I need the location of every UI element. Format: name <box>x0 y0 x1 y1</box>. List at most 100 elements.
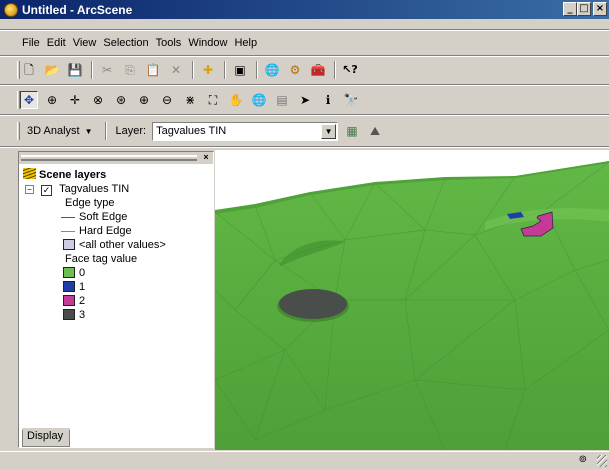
hand-icon[interactable]: ✋ <box>227 91 245 109</box>
layer-visibility-checkbox[interactable]: ✓ <box>41 185 53 196</box>
full-extent-icon[interactable]: ⛶ <box>204 91 222 109</box>
copy-icon[interactable]: ⎘ <box>121 61 139 79</box>
layer-select-value: Tagvalues TIN <box>156 125 227 137</box>
cut-icon[interactable]: ✂ <box>98 61 116 79</box>
zoom-in-out-icon[interactable]: ⊕ <box>43 91 61 109</box>
pan-icon[interactable]: ✛ <box>66 91 84 109</box>
chevron-down-icon[interactable]: ▼ <box>321 123 337 139</box>
whats-this-icon[interactable]: ↖? <box>341 61 359 79</box>
arcscene-app-icon <box>4 2 18 17</box>
face-3-label: 3 <box>79 309 86 321</box>
model-builder-icon[interactable]: ⚙ <box>286 61 304 79</box>
center-on-target-icon[interactable]: ⊗ <box>89 91 107 109</box>
chevron-down-icon: ▼ <box>84 126 93 136</box>
interpolate-icon[interactable]: ▦ <box>343 122 361 140</box>
face-1-swatch <box>63 281 75 292</box>
tin-surface <box>215 161 609 450</box>
status-bar: ⊚ <box>0 451 609 469</box>
delete-icon[interactable]: ✕ <box>167 61 185 79</box>
table-of-contents: × Scene layers − ✓ Tagvalues TIN Edge ty… <box>18 151 214 448</box>
face-3-pit <box>279 289 347 319</box>
scene-layers-root[interactable]: Scene layers <box>23 168 166 182</box>
scene-layers-label: Scene layers <box>39 169 107 181</box>
toc-grip <box>21 155 197 161</box>
legend-item-soft-edge: Soft Edge <box>23 210 166 224</box>
legend-item-face-1: 1 <box>23 280 166 294</box>
3d-analyst-menu[interactable]: 3D Analyst ▼ <box>27 125 93 137</box>
save-icon[interactable]: 💾 <box>66 61 84 79</box>
face-2-label: 2 <box>79 295 86 307</box>
edge-type-heading: Edge type <box>65 197 115 209</box>
soft-edge-symbol <box>61 217 75 218</box>
face-3-swatch <box>63 309 75 320</box>
menu-view[interactable]: View <box>73 37 97 49</box>
scene-layers-icon <box>23 168 36 179</box>
legend-item-face-0: 0 <box>23 266 166 280</box>
face-0-swatch <box>63 267 75 278</box>
steepest-path-icon[interactable]: ⛰ <box>366 122 384 140</box>
toolbar-separator <box>91 61 93 79</box>
title-bar: Untitled - ArcScene _ □ × <box>0 0 609 19</box>
identify-icon[interactable]: ℹ <box>319 91 337 109</box>
menu-window[interactable]: Window <box>188 37 227 49</box>
nav-status-icon: ⊚ <box>578 454 587 465</box>
minimize-button[interactable]: _ <box>563 2 577 16</box>
toc-header[interactable]: × <box>19 152 213 164</box>
toolbar-separator <box>104 122 107 140</box>
toolbar-divider-3 <box>0 114 609 116</box>
select-pointer-icon[interactable]: ➤ <box>296 91 314 109</box>
narrow-fov-icon[interactable]: ⋇ <box>181 91 199 109</box>
close-button[interactable]: × <box>593 2 607 16</box>
toc-tree: Scene layers − ✓ Tagvalues TIN Edge type… <box>23 168 166 322</box>
globe-icon[interactable]: 🌐 <box>250 91 268 109</box>
menu-file[interactable]: File <box>22 37 40 49</box>
open-icon[interactable]: 📂 <box>43 61 61 79</box>
toolbox-icon[interactable]: 🧰 <box>309 61 327 79</box>
toolbar-grip[interactable] <box>17 61 20 79</box>
toolbar-separator <box>224 61 226 79</box>
scene-properties-icon[interactable]: ▣ <box>231 61 249 79</box>
find-icon[interactable]: 🔭 <box>342 91 360 109</box>
toolbar-separator <box>256 61 258 79</box>
legend-item-face-2: 2 <box>23 294 166 308</box>
navigate-icon[interactable]: ✥ <box>20 91 38 109</box>
face-0-label: 0 <box>79 267 86 279</box>
other-values-label: <all other values> <box>79 239 166 251</box>
tools-toolbar: ✥ ⊕ ✛ ⊗ ⊛ ⊕ ⊖ ⋇ ⛶ ✋ 🌐 ▤ ➤ ℹ 🔭 <box>0 88 609 112</box>
maximize-button[interactable]: □ <box>577 2 591 16</box>
tin-layer-row[interactable]: − ✓ Tagvalues TIN <box>23 182 166 196</box>
menu-edit[interactable]: Edit <box>47 37 66 49</box>
collapse-icon[interactable]: − <box>25 185 34 194</box>
toolbar-grip[interactable] <box>17 91 20 109</box>
paste-icon[interactable]: 📋 <box>144 61 162 79</box>
toolbar-separator <box>334 61 336 79</box>
layer-name[interactable]: Tagvalues TIN <box>59 183 129 195</box>
toolbar-divider-1 <box>0 55 609 57</box>
tab-display[interactable]: Display <box>22 428 70 447</box>
menu-selection[interactable]: Selection <box>103 37 148 49</box>
toolbar-divider-4 <box>0 146 609 148</box>
scene-view[interactable] <box>215 150 609 450</box>
toc-close-button[interactable]: × <box>201 152 211 162</box>
layers-icon[interactable]: ▤ <box>273 91 291 109</box>
3d-analyst-label: 3D Analyst <box>27 125 80 137</box>
add-data-icon[interactable]: ✚ <box>199 61 217 79</box>
layer-select[interactable]: Tagvalues TIN ▼ <box>152 121 339 141</box>
menu-bar: File Edit View Selection Tools Window He… <box>0 33 609 53</box>
zoom-in-icon[interactable]: ⊕ <box>135 91 153 109</box>
legend-item-hard-edge: Hard Edge <box>23 224 166 238</box>
face-1-label: 1 <box>79 281 86 293</box>
toolbar-grip[interactable] <box>17 122 20 140</box>
face-2-swatch <box>63 295 75 306</box>
menu-top-divider <box>0 29 609 31</box>
hard-edge-label: Hard Edge <box>79 225 132 237</box>
menu-tools[interactable]: Tools <box>156 37 182 49</box>
new-icon[interactable]: 🗋 <box>20 61 38 79</box>
zoom-out-icon[interactable]: ⊖ <box>158 91 176 109</box>
menu-help[interactable]: Help <box>234 37 257 49</box>
arctoolbox-icon[interactable]: 🌐 <box>263 61 281 79</box>
zoom-to-target-icon[interactable]: ⊛ <box>112 91 130 109</box>
window-controls: _ □ × <box>563 2 607 16</box>
window-title: Untitled - ArcScene <box>22 2 133 17</box>
resize-grip[interactable] <box>597 455 607 467</box>
